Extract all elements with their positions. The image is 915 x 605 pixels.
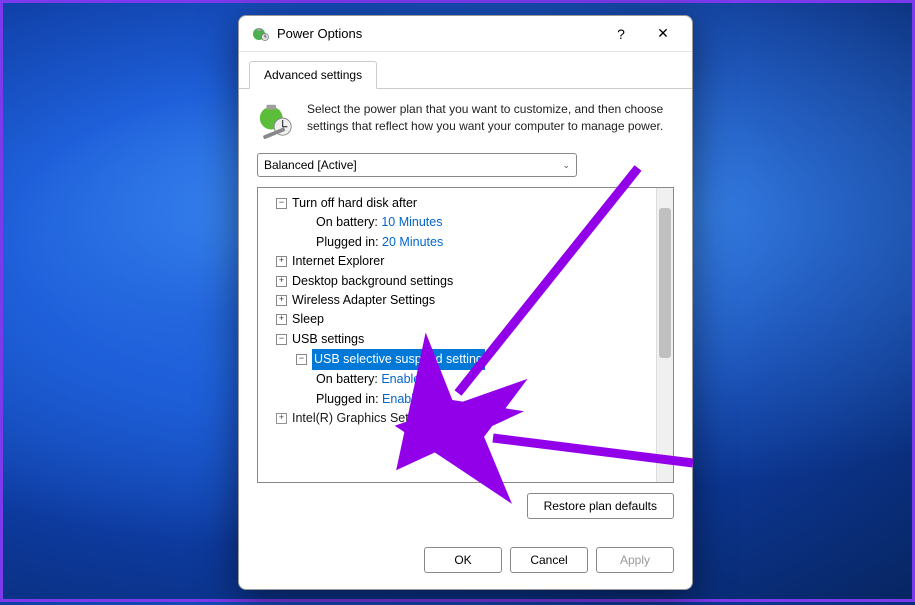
chevron-down-icon: ⌄ bbox=[562, 160, 570, 171]
scroll-thumb[interactable] bbox=[659, 208, 671, 358]
tree-item-sleep[interactable]: + Sleep bbox=[262, 310, 652, 329]
expand-icon[interactable]: + bbox=[276, 314, 287, 325]
dialog-footer: OK Cancel Apply bbox=[239, 537, 692, 589]
tree-item-usb-settings[interactable]: − USB settings bbox=[262, 330, 652, 349]
window-title: Power Options bbox=[277, 26, 600, 41]
expand-icon[interactable]: + bbox=[276, 276, 287, 287]
usb-on-battery-value[interactable]: Enabled bbox=[381, 370, 427, 389]
tree-item-usb-plugged-in[interactable]: Plugged in: Enabled bbox=[262, 390, 652, 409]
intro-row: Select the power plan that you want to c… bbox=[257, 101, 674, 139]
tab-advanced-settings[interactable]: Advanced settings bbox=[249, 61, 377, 89]
collapse-icon[interactable]: − bbox=[276, 334, 287, 345]
power-plan-icon bbox=[257, 101, 295, 139]
restore-plan-defaults-button[interactable]: Restore plan defaults bbox=[527, 493, 674, 519]
intro-text: Select the power plan that you want to c… bbox=[307, 101, 674, 139]
hard-disk-plugged-in-value[interactable]: 20 Minutes bbox=[382, 233, 443, 252]
restore-row: Restore plan defaults bbox=[257, 483, 674, 525]
ok-button[interactable]: OK bbox=[424, 547, 502, 573]
expand-icon[interactable]: + bbox=[276, 256, 287, 267]
power-options-icon bbox=[251, 25, 269, 43]
tree-item-hard-disk[interactable]: − Turn off hard disk after bbox=[262, 194, 652, 213]
collapse-icon[interactable]: − bbox=[296, 354, 307, 365]
tree-item-hard-disk-battery[interactable]: On battery: 10 Minutes bbox=[262, 213, 652, 232]
tree-item-usb-on-battery[interactable]: On battery: Enabled bbox=[262, 370, 652, 389]
settings-tree-box: − Turn off hard disk after On battery: 1… bbox=[257, 187, 674, 483]
tree-item-hard-disk-plugged[interactable]: Plugged in: 20 Minutes bbox=[262, 233, 652, 252]
power-plan-dropdown[interactable]: Balanced [Active] ⌄ bbox=[257, 153, 577, 177]
titlebar: Power Options ? ✕ bbox=[239, 16, 692, 52]
power-options-dialog: Power Options ? ✕ Advanced settings Sele… bbox=[238, 15, 693, 590]
settings-tree[interactable]: − Turn off hard disk after On battery: 1… bbox=[258, 188, 656, 482]
tree-item-intel-graphics[interactable]: + Intel(R) Graphics Settings bbox=[262, 409, 652, 428]
expand-icon[interactable]: + bbox=[276, 413, 287, 424]
hard-disk-on-battery-value[interactable]: 10 Minutes bbox=[381, 213, 442, 232]
help-button[interactable]: ? bbox=[600, 19, 642, 49]
cancel-button[interactable]: Cancel bbox=[510, 547, 588, 573]
selected-tree-label: USB selective suspend setting bbox=[312, 349, 485, 370]
tab-strip: Advanced settings bbox=[239, 52, 692, 89]
tree-item-desktop-background[interactable]: + Desktop background settings bbox=[262, 272, 652, 291]
tree-scrollbar[interactable] bbox=[656, 188, 673, 482]
apply-button[interactable]: Apply bbox=[596, 547, 674, 573]
collapse-icon[interactable]: − bbox=[276, 198, 287, 209]
close-button[interactable]: ✕ bbox=[642, 19, 684, 49]
expand-icon[interactable]: + bbox=[276, 295, 287, 306]
plan-select-value: Balanced [Active] bbox=[264, 158, 357, 172]
usb-plugged-in-value[interactable]: Enabled bbox=[382, 390, 428, 409]
tab-content: Select the power plan that you want to c… bbox=[239, 89, 692, 537]
tree-item-usb-selective-suspend[interactable]: − USB selective suspend setting bbox=[262, 349, 652, 370]
tree-item-wireless-adapter[interactable]: + Wireless Adapter Settings bbox=[262, 291, 652, 310]
tree-item-internet-explorer[interactable]: + Internet Explorer bbox=[262, 252, 652, 271]
